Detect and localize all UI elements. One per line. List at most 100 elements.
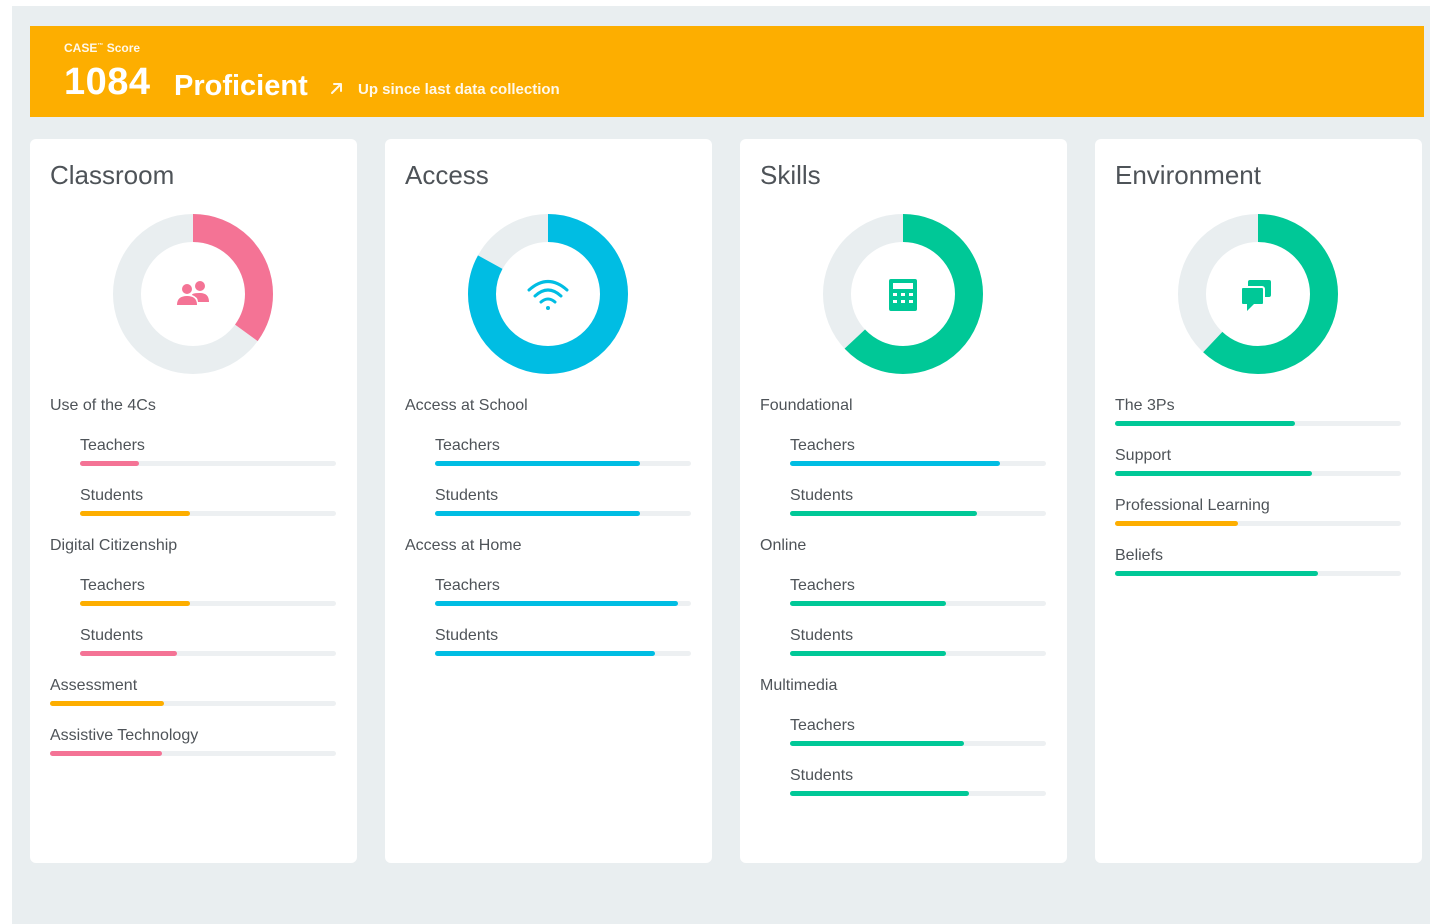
- chat-bubbles-icon: [1240, 280, 1271, 311]
- metric-row: Students: [435, 626, 691, 676]
- metric-row: Professional Learning: [1115, 496, 1401, 546]
- skills-donut-chart: [823, 214, 983, 374]
- card-title: Classroom: [50, 160, 175, 190]
- progress-bar-track: [790, 651, 1046, 656]
- metric-label: Assistive Technology: [50, 727, 199, 744]
- metric-label: Students: [80, 487, 144, 504]
- metric-row: Teachers: [790, 716, 1046, 766]
- progress-bar-track: [435, 511, 691, 516]
- progress-bar-track: [790, 461, 1046, 466]
- metric-label: Professional Learning: [1115, 497, 1270, 514]
- card-title: Access: [405, 160, 489, 190]
- case-score-banner: CASE™ Score 1084 Proficient Up since las…: [30, 26, 1424, 117]
- progress-bar-fill: [435, 601, 679, 606]
- metric-label: Students: [790, 487, 854, 504]
- progress-bar-fill: [790, 651, 947, 656]
- progress-bar-fill: [790, 791, 970, 796]
- progress-bar-fill: [435, 511, 640, 516]
- metric-row: Students: [80, 486, 336, 536]
- metric-row: Students: [790, 626, 1046, 676]
- classroom-donut-chart: [113, 214, 273, 374]
- score-value: 1084: [64, 61, 151, 103]
- progress-bar-fill: [790, 461, 1000, 466]
- metric-label: Teachers: [80, 437, 145, 454]
- metric-group-label: Foundational: [760, 397, 853, 414]
- progress-bar-fill: [790, 511, 977, 516]
- metric-row: Students: [435, 486, 691, 536]
- metric-row: Support: [1115, 446, 1401, 496]
- metric-label: The 3Ps: [1115, 397, 1175, 414]
- metric-row: Assessment: [50, 676, 336, 726]
- progress-bar-track: [1115, 421, 1401, 426]
- metric-group-label: Digital Citizenship: [50, 537, 178, 554]
- arrow-up-right-icon: [331, 83, 342, 94]
- progress-bar-fill: [50, 701, 165, 706]
- progress-bar-fill: [1115, 521, 1238, 526]
- metric-row: Students: [80, 626, 336, 676]
- metric-group-label: Multimedia: [760, 677, 838, 694]
- progress-bar-fill: [50, 751, 162, 756]
- access-donut-chart: [468, 214, 628, 374]
- progress-bar-fill: [80, 601, 191, 606]
- metric-label: Support: [1115, 447, 1172, 464]
- metric-label: Beliefs: [1115, 547, 1164, 564]
- access-metrics: Access at School Teachers Students Access a…: [405, 396, 691, 676]
- wifi-icon: [527, 280, 569, 310]
- progress-bar-track: [80, 511, 336, 516]
- metric-label: Teachers: [435, 577, 500, 594]
- progress-bar-track: [80, 461, 336, 466]
- metric-row: Teachers: [435, 576, 691, 626]
- progress-bar-track: [1115, 571, 1401, 576]
- metric-label: Students: [80, 627, 144, 644]
- access-card: Access Access at School Teachers Students A…: [385, 139, 712, 863]
- metric-label: Assessment: [50, 677, 138, 694]
- card-title: Environment: [1115, 160, 1261, 190]
- metric-label: Teachers: [790, 437, 855, 454]
- progress-bar-track: [790, 601, 1046, 606]
- metric-row: The 3Ps: [1115, 396, 1401, 446]
- trend-text: Up since last data collection: [358, 81, 560, 98]
- environment-donut-chart: [1178, 214, 1338, 374]
- metric-row: Students: [790, 486, 1046, 536]
- metric-row: Beliefs: [1115, 546, 1401, 596]
- calculator-icon: [889, 279, 917, 311]
- score-label: CASE™ Score: [64, 41, 141, 55]
- classroom-metrics: Use of the 4Cs Teachers Students Digital Ci…: [50, 396, 336, 776]
- environment-metrics: The 3Ps Support Professional Learning Belie…: [1115, 396, 1401, 596]
- environment-card: Environment The 3Ps Support Professional L…: [1095, 139, 1422, 863]
- progress-bar-fill: [1115, 571, 1319, 576]
- metric-label: Students: [435, 487, 499, 504]
- progress-bar-track: [435, 651, 691, 656]
- metric-row: Teachers: [435, 436, 691, 486]
- progress-bar-fill: [435, 651, 656, 656]
- progress-bar-fill: [80, 651, 178, 656]
- skills-card: Skills Foundational Teachers Students Onlin…: [740, 139, 1067, 863]
- progress-bar-fill: [435, 461, 640, 466]
- metric-group-label: Use of the 4Cs: [50, 397, 156, 414]
- metric-label: Teachers: [80, 577, 145, 594]
- metric-row: Teachers: [790, 576, 1046, 626]
- proficiency-level: Proficient: [174, 70, 308, 102]
- progress-bar-track: [435, 461, 691, 466]
- progress-bar-track: [790, 511, 1046, 516]
- metric-row: Teachers: [790, 436, 1046, 486]
- progress-bar-track: [790, 741, 1046, 746]
- metric-label: Teachers: [435, 437, 500, 454]
- metric-group-label: Access at School: [405, 397, 528, 414]
- metric-row: Teachers: [80, 436, 336, 486]
- metric-group-label: Access at Home: [405, 537, 522, 554]
- progress-bar-fill: [790, 601, 947, 606]
- dashboard-page: CASE™ Score 1084 Proficient Up since las…: [12, 6, 1430, 924]
- metric-row: Teachers: [80, 576, 336, 626]
- progress-bar-fill: [80, 511, 191, 516]
- classroom-card: Classroom Use of the 4Cs Teachers Students…: [30, 139, 357, 863]
- progress-bar-track: [790, 791, 1046, 796]
- progress-bar-track: [435, 601, 691, 606]
- progress-bar-fill: [1115, 421, 1296, 426]
- progress-bar-fill: [80, 461, 139, 466]
- progress-bar-track: [1115, 471, 1401, 476]
- skills-metrics: Foundational Teachers Students Online Teache…: [760, 396, 1046, 816]
- metric-label: Students: [790, 627, 854, 644]
- metric-label: Students: [790, 767, 854, 784]
- progress-bar-fill: [790, 741, 965, 746]
